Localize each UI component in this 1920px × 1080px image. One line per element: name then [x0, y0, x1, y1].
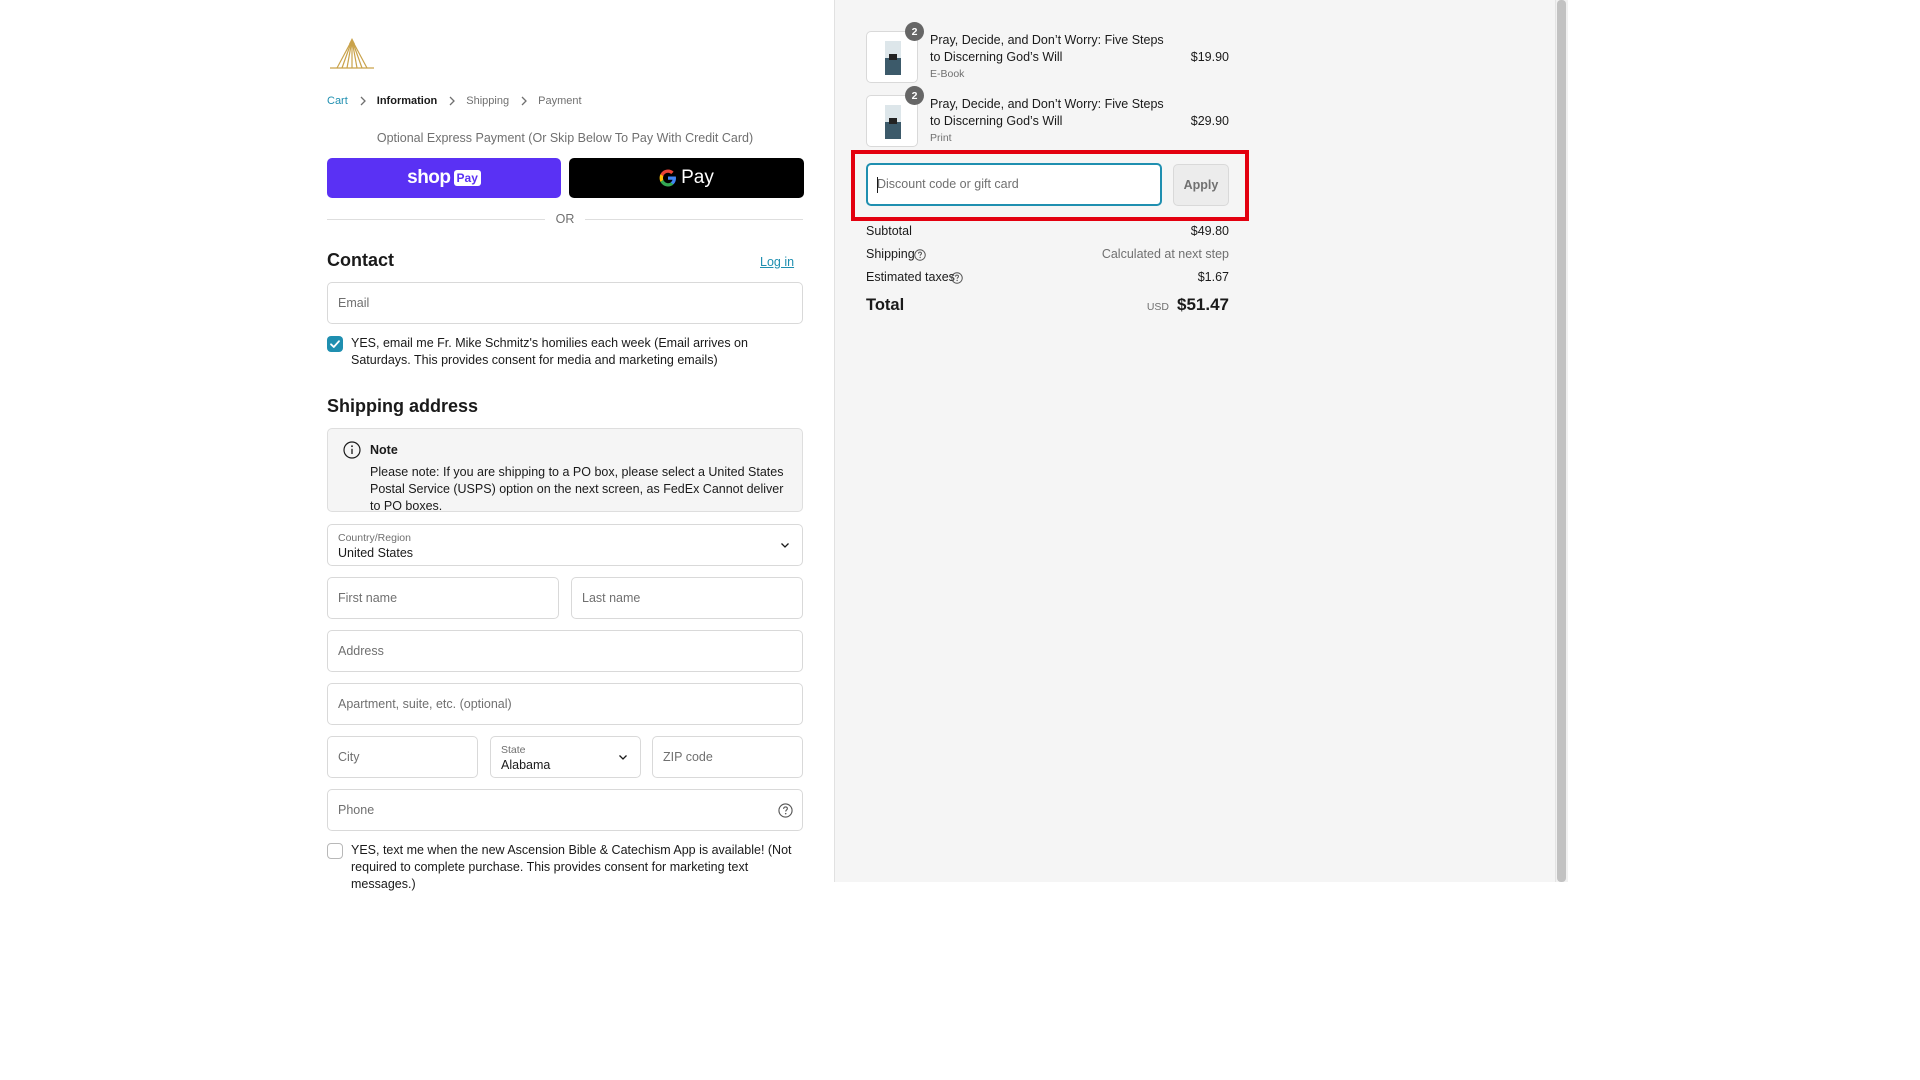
- google-g-icon: [659, 169, 677, 187]
- item-title: Pray, Decide, and Don’t Worry: Five Step…: [930, 97, 1164, 128]
- sms-checkbox[interactable]: [327, 843, 343, 859]
- apply-discount-button[interactable]: Apply: [1173, 164, 1229, 206]
- phone-field[interactable]: Phone: [327, 789, 803, 831]
- note-title: Note: [370, 443, 398, 457]
- taxes-value: $1.67: [1197, 270, 1229, 284]
- checkmark-icon: [330, 340, 340, 348]
- email-field[interactable]: Email: [327, 282, 803, 324]
- taxes-label: Estimated taxes: [866, 270, 955, 284]
- last-name-placeholder: Last name: [582, 591, 641, 605]
- country-select[interactable]: Country/Region United States: [327, 524, 803, 566]
- state-value: Alabama: [501, 758, 551, 772]
- info-icon: [343, 441, 361, 459]
- state-label: State: [501, 744, 526, 756]
- newsletter-label: YES, email me Fr. Mike Schmitz's homilie…: [351, 336, 748, 367]
- city-placeholder: City: [338, 750, 360, 764]
- chevron-down-icon: [619, 755, 627, 760]
- help-circle-icon[interactable]: [951, 272, 963, 284]
- express-checkout-label: Optional Express Payment (Or Skip Below …: [376, 131, 754, 145]
- state-select[interactable]: State Alabama: [490, 736, 641, 778]
- subtotal-label: Subtotal: [866, 224, 912, 238]
- order-item: 2 Pray, Decide, and Don’t Worry: Five St…: [866, 86, 1229, 147]
- newsletter-checkbox[interactable]: [327, 336, 343, 352]
- store-logo[interactable]: [327, 36, 377, 72]
- chevron-right-icon: [521, 96, 528, 106]
- total-value: $51.47: [1177, 295, 1229, 314]
- item-price: $19.90: [1190, 50, 1229, 64]
- shipping-label: Shipping: [866, 247, 915, 261]
- zip-code-field[interactable]: ZIP code: [652, 736, 803, 778]
- city-field[interactable]: City: [327, 736, 478, 778]
- address-placeholder: Address: [338, 644, 384, 658]
- email-placeholder: Email: [338, 296, 370, 310]
- item-variant: Print: [930, 132, 952, 144]
- contact-heading: Contact: [327, 250, 394, 270]
- item-variant: E-Book: [930, 68, 965, 80]
- divider-right: [585, 219, 803, 220]
- quantity-badge: 2: [905, 22, 924, 41]
- first-name-placeholder: First name: [338, 591, 398, 605]
- address-field[interactable]: Address: [327, 630, 803, 672]
- chevron-down-icon: [781, 543, 789, 548]
- shop-pay-button[interactable]: shop Pay: [327, 158, 561, 198]
- discount-placeholder: Discount code or gift card: [877, 177, 1019, 191]
- google-pay-label: Pay: [681, 167, 714, 188]
- breadcrumb-cart[interactable]: Cart: [327, 95, 348, 107]
- chevron-right-icon: [360, 96, 366, 106]
- apartment-field[interactable]: Apartment, suite, etc. (optional): [327, 683, 803, 725]
- breadcrumb: Cart Information Shipping Payment: [327, 95, 582, 107]
- item-title: Pray, Decide, and Don’t Worry: Five Step…: [930, 33, 1164, 64]
- country-label: Country/Region: [338, 532, 411, 544]
- country-value: United States: [338, 546, 414, 560]
- or-divider-label: OR: [555, 212, 575, 226]
- total-currency: USD: [1146, 301, 1169, 313]
- divider-left: [327, 219, 545, 220]
- scrollbar-thumb[interactable]: [1557, 0, 1566, 882]
- breadcrumb-shipping: Shipping: [466, 95, 510, 107]
- shipping-address-heading: Shipping address: [327, 396, 479, 416]
- zip-code-placeholder: ZIP code: [663, 750, 713, 764]
- shop-pay-wordmark: shop: [407, 167, 451, 188]
- shipping-value: Calculated at next step: [1101, 247, 1229, 261]
- subtotal-value: $49.80: [1190, 224, 1229, 238]
- subtotal-row: Subtotal $49.80: [866, 224, 1229, 238]
- item-price: $29.90: [1190, 114, 1229, 128]
- apartment-placeholder: Apartment, suite, etc. (optional): [338, 697, 512, 711]
- total-label: Total: [866, 296, 905, 314]
- po-box-note: Note Please note: If you are shipping to…: [327, 428, 803, 513]
- first-name-field[interactable]: First name: [327, 577, 559, 619]
- google-pay-button[interactable]: Pay: [569, 158, 804, 198]
- phone-placeholder: Phone: [338, 803, 375, 817]
- help-circle-icon[interactable]: [778, 803, 793, 818]
- discount-code-input[interactable]: Discount code or gift card: [866, 163, 1162, 206]
- shop-pay-badge: Pay: [453, 170, 481, 186]
- shipping-row: Shipping Calculated at next step: [866, 247, 1229, 261]
- sms-consent-label: YES, text me when the new Ascension Bibl…: [351, 843, 792, 891]
- breadcrumb-information: Information: [376, 95, 438, 107]
- last-name-field[interactable]: Last name: [571, 577, 803, 619]
- taxes-row: Estimated taxes $1.67: [866, 270, 1229, 284]
- help-circle-icon[interactable]: [914, 249, 926, 261]
- quantity-badge: 2: [905, 86, 924, 105]
- total-row: Total USD $51.47: [866, 295, 1229, 317]
- breadcrumb-payment: Payment: [538, 95, 582, 107]
- log-in-link[interactable]: Log in: [760, 255, 794, 269]
- note-body: Please note: If you are shipping to a PO…: [370, 465, 784, 513]
- order-item: 2 Pray, Decide, and Don’t Worry: Five St…: [866, 22, 1229, 83]
- text-caret: [877, 177, 878, 193]
- chevron-right-icon: [449, 96, 456, 106]
